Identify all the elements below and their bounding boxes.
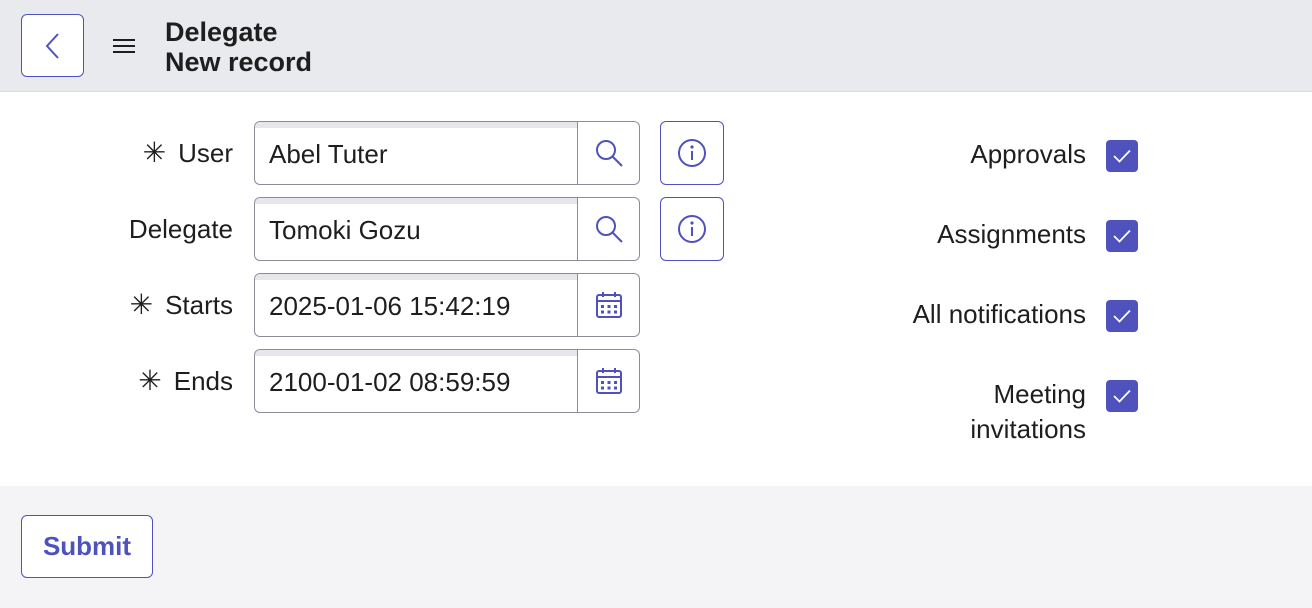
delegate-field[interactable]: Tomoki Gozu [254, 197, 640, 261]
user-label: ✳ User [142, 137, 233, 168]
meeting-invitations-label: Meeting invitations [970, 379, 1086, 444]
user-value: Abel Tuter [269, 139, 388, 169]
assignments-checkbox[interactable] [1106, 220, 1138, 252]
delegate-info-button[interactable] [660, 197, 724, 261]
assignments-label: Assignments [937, 219, 1086, 249]
back-button[interactable] [21, 14, 84, 77]
chevron-left-icon [45, 32, 59, 59]
header-titles: Delegate New record [165, 17, 312, 77]
required-marker: ✳ [129, 289, 154, 320]
info-icon [678, 139, 706, 167]
delegate-label: Delegate [128, 214, 233, 244]
delegate-value: Tomoki Gozu [269, 215, 421, 245]
starts-calendar-button[interactable] [577, 274, 639, 336]
calendar-icon [595, 368, 622, 394]
form-footer: Submit [0, 486, 1312, 608]
checkmark-icon [1113, 389, 1131, 403]
ends-label: ✳ Ends [138, 365, 233, 396]
user-info-button[interactable] [660, 121, 724, 185]
page-subtitle: New record [165, 47, 313, 77]
checkmark-icon [1113, 229, 1131, 243]
calendar-icon [595, 292, 622, 318]
starts-value: 2025-01-06 15:42:19 [269, 291, 511, 321]
form-header: Delegate New record [0, 0, 1312, 92]
ends-calendar-button[interactable] [577, 350, 639, 412]
all-notifications-checkbox[interactable] [1106, 300, 1138, 332]
submit-button[interactable]: Submit [21, 515, 153, 578]
search-icon [595, 216, 623, 243]
all-notifications-label: All notifications [912, 299, 1086, 329]
approvals-checkbox[interactable] [1106, 140, 1138, 172]
required-marker: ✳ [142, 137, 167, 168]
meeting-invitations-checkbox[interactable] [1106, 380, 1138, 412]
user-field[interactable]: Abel Tuter [254, 121, 640, 185]
required-marker: ✳ [138, 365, 162, 396]
search-icon [595, 140, 623, 167]
starts-label: ✳ Starts [129, 289, 233, 320]
info-icon [678, 215, 706, 243]
checkmark-icon [1113, 149, 1131, 163]
page-title: Delegate [165, 17, 278, 47]
ends-field[interactable]: 2100-01-02 08:59:59 [254, 349, 640, 413]
menu-button[interactable] [108, 30, 140, 62]
delegate-lookup-button[interactable] [577, 198, 639, 260]
checkmark-icon [1113, 309, 1131, 323]
ends-value: 2100-01-02 08:59:59 [269, 367, 511, 397]
delegate-form: ✳ User Abel Tuter Delegate Tomoki Gozu ✳… [0, 92, 1312, 486]
starts-field[interactable]: 2025-01-06 15:42:19 [254, 273, 640, 337]
approvals-label: Approvals [970, 139, 1086, 169]
hamburger-menu-icon [113, 39, 135, 53]
user-lookup-button[interactable] [577, 122, 639, 184]
